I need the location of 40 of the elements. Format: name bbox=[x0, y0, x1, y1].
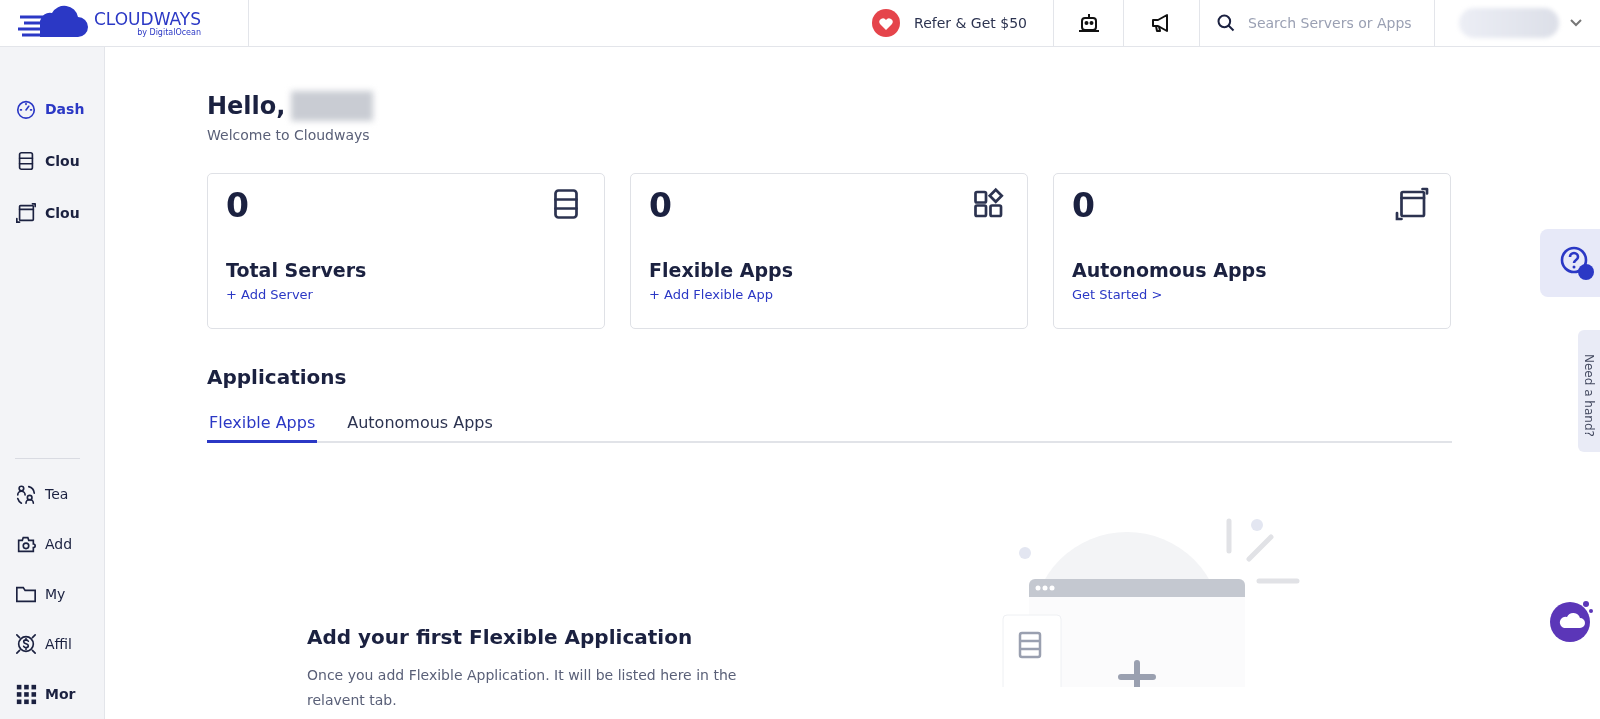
stat-title: Flexible Apps bbox=[649, 259, 794, 281]
sidebar-item[interactable]: Tea bbox=[15, 469, 104, 519]
dollar-icon bbox=[15, 633, 37, 655]
caret-icon[interactable] bbox=[1569, 18, 1583, 28]
stat-link[interactable]: + Add Flexible App bbox=[649, 287, 773, 302]
sidebar-item[interactable]: Mor bbox=[15, 669, 104, 719]
help-icon bbox=[1559, 245, 1595, 281]
robot-icon bbox=[1076, 11, 1101, 35]
sidebar-item[interactable]: Affil bbox=[15, 619, 104, 669]
gauge-icon bbox=[15, 98, 37, 120]
grid-icon bbox=[15, 683, 37, 705]
tab[interactable]: Flexible Apps bbox=[207, 413, 318, 443]
empty-state-text: Once you add Flexible Application. It will be listed here in the relavent tab. bbox=[307, 666, 738, 710]
stat-title: Total Servers bbox=[226, 259, 368, 281]
logo-byline: by DigitalOcean bbox=[137, 27, 201, 37]
tab[interactable]: Autonomous Apps bbox=[345, 413, 495, 443]
need-help-tab[interactable]: Need a hand? bbox=[1578, 330, 1600, 452]
greeting-subtitle: Welcome to Cloudways bbox=[207, 127, 371, 143]
applications-heading: Applications bbox=[207, 365, 347, 389]
chat-bubble-icon bbox=[1548, 598, 1594, 644]
window-icon bbox=[1394, 186, 1430, 222]
empty-state-title: Add your first Flexible Application bbox=[307, 625, 694, 649]
search-icon bbox=[1216, 13, 1236, 33]
sidebar-item[interactable]: Dash bbox=[15, 83, 104, 135]
sidebar-item[interactable]: Add bbox=[15, 519, 104, 569]
sidebar-item[interactable]: Clou bbox=[15, 187, 104, 239]
stat-link[interactable]: + Add Server bbox=[226, 287, 313, 302]
sidebar-item[interactable]: My bbox=[15, 569, 104, 619]
window-icon bbox=[15, 202, 37, 224]
stat-link[interactable]: Get Started > bbox=[1072, 287, 1163, 302]
stat-count: 0 bbox=[649, 186, 672, 225]
greeting-title: Hello, bbox=[207, 92, 286, 120]
stat-count: 0 bbox=[226, 186, 249, 225]
stat-count: 0 bbox=[1072, 186, 1095, 225]
team-icon bbox=[15, 483, 37, 505]
stat-title: Autonomous Apps bbox=[1072, 259, 1268, 281]
refer-button[interactable]: Refer & Get $50 bbox=[846, 0, 1054, 46]
sidebar-item[interactable]: Clou bbox=[15, 135, 104, 187]
help-button[interactable] bbox=[1540, 229, 1600, 297]
logo-text: CLOUDWAYS bbox=[94, 9, 201, 28]
